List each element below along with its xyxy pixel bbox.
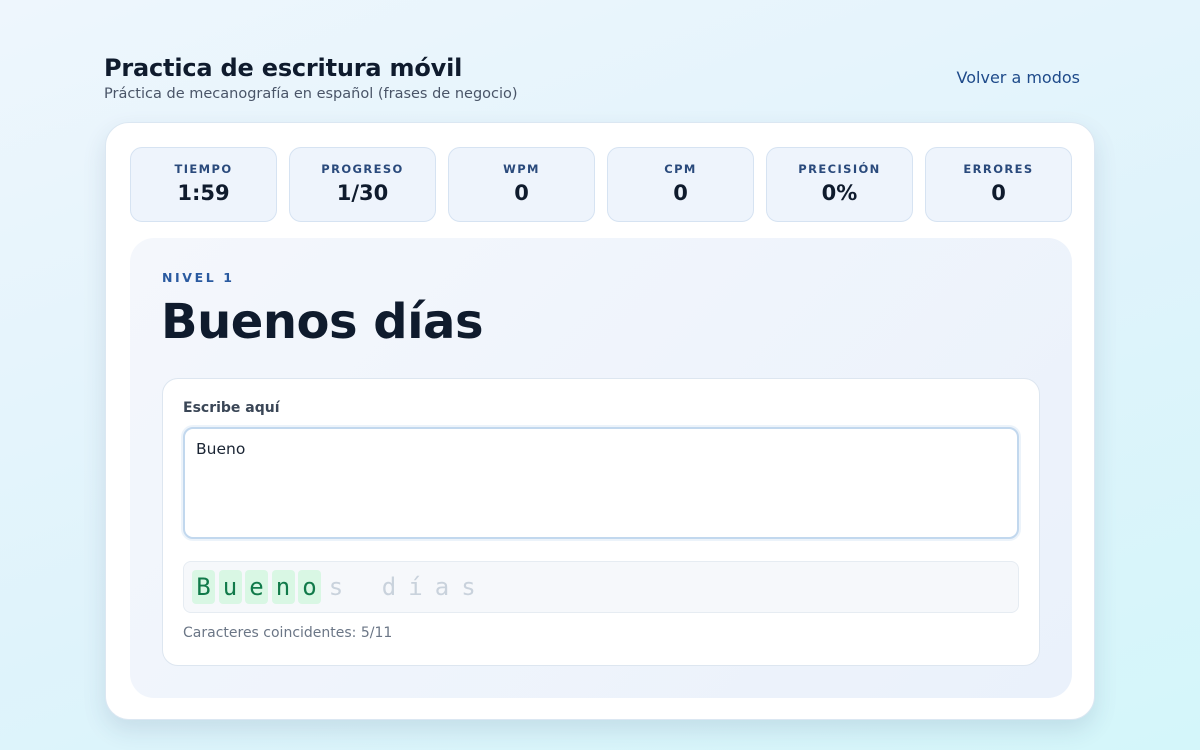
char-pending: d — [381, 573, 397, 601]
character-track: Buenos días — [183, 561, 1019, 613]
stat-accuracy: PRECISIÓN 0% — [766, 147, 913, 222]
level-label: NIVEL 1 — [162, 270, 235, 285]
stat-label: PROGRESO — [321, 162, 404, 176]
stat-value: 0 — [514, 181, 529, 205]
char-pending: s — [461, 573, 476, 601]
stat-label: WPM — [503, 162, 540, 176]
back-to-modes-link[interactable]: Volver a modos — [957, 68, 1080, 87]
char-ok: o — [298, 570, 321, 604]
stat-wpm: WPM 0 — [448, 147, 595, 222]
stat-cpm: CPM 0 — [607, 147, 754, 222]
char-pending — [351, 570, 374, 604]
stat-value: 1:59 — [177, 181, 230, 205]
char-pending: a — [434, 573, 450, 601]
practice-card: TIEMPO 1:59 PROGRESO 1/30 WPM 0 CPM 0 PR… — [105, 122, 1095, 720]
stat-value: 0 — [991, 181, 1006, 205]
char-pending: s — [328, 573, 344, 601]
page-title: Practica de escritura móvil — [104, 54, 463, 82]
char-ok: n — [271, 570, 295, 604]
typing-input[interactable]: Bueno — [183, 427, 1019, 539]
stats-bar: TIEMPO 1:59 PROGRESO 1/30 WPM 0 CPM 0 PR… — [130, 147, 1072, 222]
stat-label: ERRORES — [963, 162, 1034, 176]
char-ok: B — [192, 570, 215, 604]
stat-progress: PROGRESO 1/30 — [289, 147, 436, 222]
stat-label: CPM — [664, 162, 697, 176]
char-ok: u — [218, 570, 242, 604]
match-count: Caracteres coincidentes: 5/11 — [183, 625, 393, 641]
char-ok: e — [245, 570, 268, 604]
target-phrase: Buenos días — [161, 294, 484, 350]
page-subtitle: Práctica de mecanografía en español (fra… — [104, 86, 518, 102]
input-label: Escribe aquí — [183, 400, 280, 416]
input-card: Escribe aquí Bueno Buenos días Caractere… — [162, 378, 1040, 666]
stat-value: 0 — [673, 181, 688, 205]
stat-time: TIEMPO 1:59 — [130, 147, 277, 222]
character-list: Buenos días — [192, 570, 484, 604]
stat-errors: ERRORES 0 — [925, 147, 1072, 222]
page-header: Practica de escritura móvil Práctica de … — [104, 54, 1080, 106]
practice-panel: NIVEL 1 Buenos días Escribe aquí Bueno B… — [130, 238, 1072, 698]
char-pending: í — [408, 573, 423, 601]
stat-label: TIEMPO — [174, 162, 233, 176]
stat-value: 0% — [821, 181, 858, 205]
stat-label: PRECISIÓN — [798, 162, 881, 176]
stat-value: 1/30 — [336, 181, 389, 205]
